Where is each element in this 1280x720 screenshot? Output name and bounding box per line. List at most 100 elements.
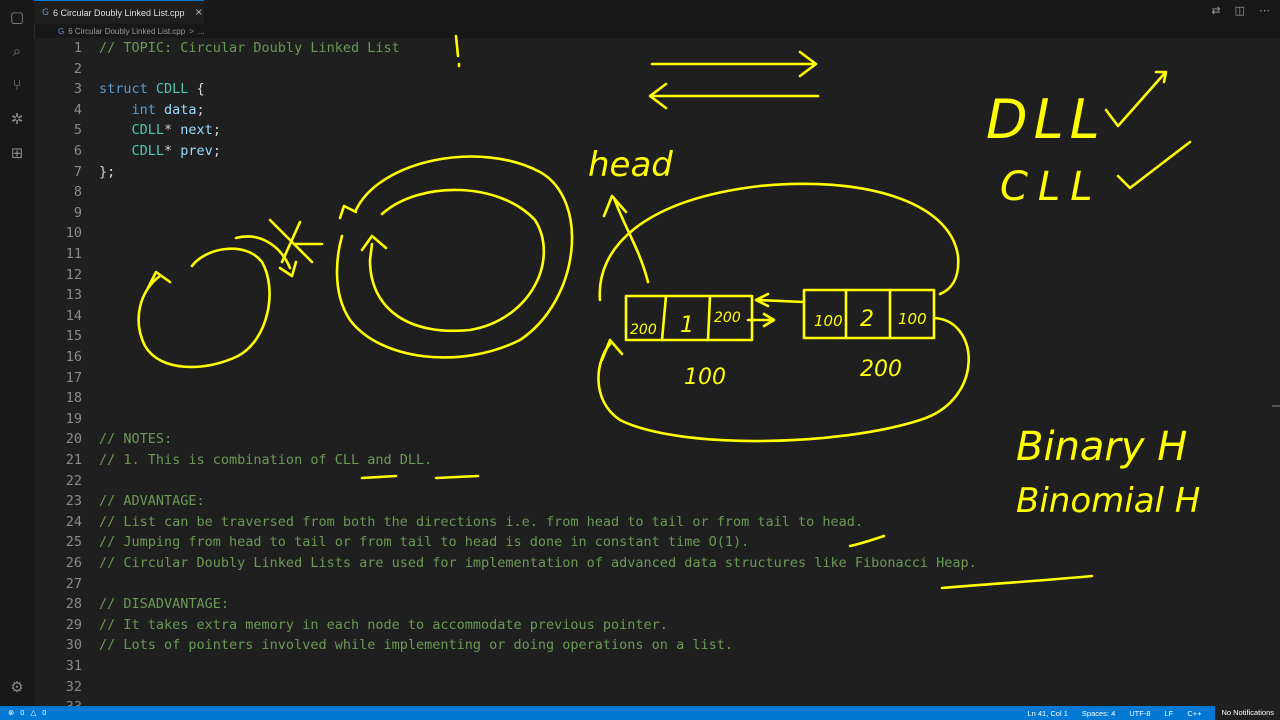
code-line[interactable]: 19 [34, 409, 1274, 430]
code-token: CDLL [155, 81, 189, 98]
code-token: }; [99, 163, 116, 180]
code-token: * [164, 143, 181, 159]
code-text: // TOPIC: Circular Doubly Linked List [99, 38, 400, 59]
code-line[interactable]: 28 // DISADVANTAGE: [34, 594, 1274, 615]
code-line[interactable]: 30 // Lots of pointers involved while imp… [34, 635, 1274, 656]
problems-indicator[interactable]: ⊗ 0 △ 0 [8, 708, 46, 717]
breadcrumb-file[interactable]: 6 Circular Doubly Linked List.cpp [68, 27, 185, 36]
code-line[interactable]: 7}; [34, 162, 1274, 183]
notifications[interactable]: No Notifications [1215, 706, 1280, 720]
end-of-line[interactable]: LF [1165, 709, 1174, 718]
code-text: // It takes extra memory in each node to… [99, 615, 668, 636]
code-line[interactable]: 1 // TOPIC: Circular Doubly Linked List [34, 38, 1274, 59]
more-actions-icon[interactable]: ⋯ [1259, 4, 1270, 17]
line-number: 24 [65, 513, 82, 530]
split-editor-icon[interactable]: ◫ [1235, 4, 1245, 17]
code-token: // List can be traversed from both the d… [99, 513, 864, 530]
code-line[interactable]: 9 [34, 203, 1274, 224]
line-number: 11 [65, 246, 82, 262]
tab-label: 6 Circular Doubly Linked List.cpp [52, 7, 185, 18]
line-number: 14 [65, 307, 82, 324]
line-number: 16 [65, 349, 82, 365]
code-text: CDLL* prev; [99, 141, 221, 162]
line-number: 9 [73, 204, 82, 221]
cursor-position[interactable]: Ln 41, Col 1 [1027, 709, 1067, 718]
code-line[interactable]: 11 [34, 244, 1274, 265]
code-line[interactable]: 20 // NOTES: [34, 429, 1274, 450]
code-line[interactable]: 17 [34, 368, 1274, 389]
code-line[interactable]: 29 // It takes extra memory in each node … [34, 615, 1274, 636]
code-token: next [180, 122, 213, 139]
code-line[interactable]: 14 [34, 306, 1274, 327]
code-line[interactable]: 25 // Jumping from head to tail or from t… [34, 532, 1274, 553]
code-editor[interactable]: 1// TOPIC: Circular Doubly Linked List 2 3… [34, 38, 1280, 706]
code-line[interactable]: 27 [34, 574, 1274, 595]
editor-actions: ⇄ ◫ ⋯ [1211, 4, 1270, 17]
explorer-icon[interactable]: ▢ [8, 8, 26, 26]
indentation[interactable]: Spaces: 4 [1082, 709, 1115, 718]
line-number: 31 [65, 658, 82, 674]
language-mode[interactable]: C++ [1187, 709, 1201, 718]
code-text: int data; [99, 100, 205, 121]
line-number: 7 [73, 163, 82, 180]
code-line[interactable]: 21 // 1. This is combination of CLL and D… [34, 450, 1274, 471]
code-line[interactable]: 4 int data; [34, 100, 1274, 121]
cpp-file-icon: G [58, 26, 65, 36]
code-token: // ADVANTAGE: [99, 493, 205, 510]
close-icon[interactable]: × [195, 7, 203, 18]
code-token: { [188, 81, 205, 98]
code-line[interactable]: 31 [34, 656, 1274, 677]
code-line[interactable]: 15 [34, 326, 1274, 347]
line-number: 3 [73, 81, 82, 98]
line-number: 25 [65, 534, 82, 551]
code-line[interactable]: 6 CDLL* prev; [34, 141, 1274, 162]
code-line[interactable]: 24 // List can be traversed from both the… [34, 512, 1274, 533]
code-line[interactable]: 10 [34, 223, 1274, 244]
code-line[interactable]: 3 struct CDLL { [34, 79, 1274, 100]
line-number: 32 [65, 678, 82, 695]
search-icon[interactable]: ⌕ [8, 42, 26, 60]
code-line[interactable]: 16 [34, 347, 1274, 368]
code-token: prev [180, 143, 213, 159]
line-number: 22 [65, 472, 82, 489]
extensions-icon[interactable]: ⊞ [8, 144, 26, 162]
code-text: // List can be traversed from both the d… [99, 512, 863, 533]
code-line[interactable]: 22 [34, 471, 1274, 492]
warning-icon: △ [30, 708, 37, 717]
settings-gear-icon[interactable]: ⚙ [8, 678, 26, 696]
line-number: 13 [65, 287, 82, 304]
breadcrumb-more[interactable]: ... [198, 27, 205, 36]
code-token: * [164, 122, 181, 139]
code-line[interactable]: 32 [34, 677, 1274, 698]
debug-icon[interactable]: ✲ [8, 110, 26, 128]
code-line[interactable]: 13 [34, 285, 1274, 306]
code-line[interactable]: 8 [34, 182, 1274, 203]
line-number: 28 [65, 596, 82, 613]
code-line[interactable]: 23 // ADVANTAGE: [34, 491, 1274, 512]
code-line[interactable]: 2 [34, 59, 1274, 80]
code-line[interactable]: 18 [34, 388, 1274, 409]
encoding[interactable]: UTF-8 [1129, 709, 1150, 718]
code-token: struct [99, 81, 156, 98]
code-line[interactable]: 26 // Circular Doubly Linked Lists are us… [34, 553, 1274, 574]
line-number: 20 [65, 431, 82, 448]
code-token: // Jumping from head to tail or from tai… [99, 534, 750, 551]
activity-bar: ▢ ⌕ ⑂ ✲ ⊞ ⚙ [0, 0, 35, 706]
line-number: 15 [65, 328, 82, 345]
code-text: // Lots of pointers involved while imple… [99, 635, 733, 656]
code-line[interactable]: 5 CDLL* next; [34, 120, 1274, 141]
compare-icon[interactable]: ⇄ [1211, 4, 1220, 17]
editor-tab[interactable]: G 6 Circular Doubly Linked List.cpp × [34, 0, 204, 24]
line-number: 6 [73, 143, 82, 159]
scrollbar-marker[interactable] [1272, 405, 1280, 407]
line-number: 27 [65, 575, 82, 592]
code-text: // DISADVANTAGE: [99, 594, 229, 615]
code-text: // 1. This is combination of CLL and DLL… [99, 450, 432, 471]
source-control-icon[interactable]: ⑂ [8, 76, 26, 94]
line-number: 1 [73, 40, 82, 56]
line-number: 2 [73, 60, 82, 77]
code-token: CDLL [131, 143, 165, 159]
code-line[interactable]: 12 [34, 265, 1274, 286]
code-line[interactable]: 33 [34, 697, 1274, 706]
